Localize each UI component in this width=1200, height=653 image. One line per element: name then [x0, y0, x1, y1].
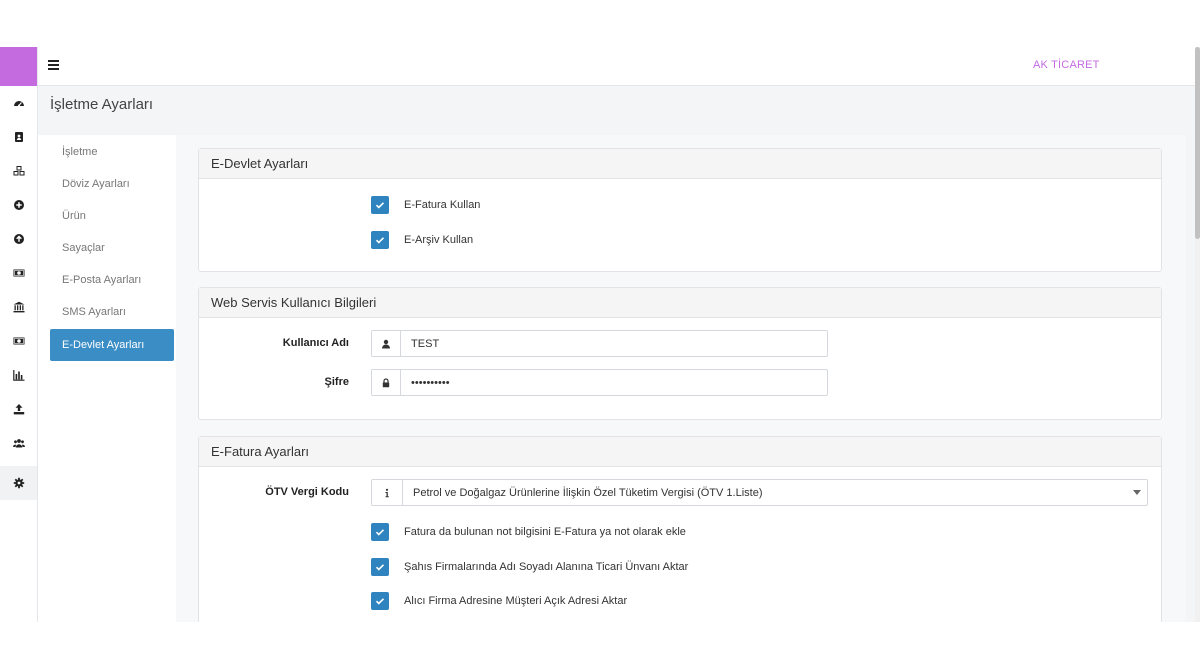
- money-bill-icon: [13, 269, 24, 277]
- efatura-kullan-checkbox-row[interactable]: E-Fatura Kullan: [371, 196, 480, 214]
- settings-nav-item-doviz[interactable]: Döviz Ayarları: [50, 168, 174, 200]
- not-bilgisi-checkbox[interactable]: [371, 523, 389, 541]
- username-input[interactable]: [401, 331, 827, 356]
- cubes-icon: [13, 166, 24, 176]
- alici-adres-label: Alıcı Firma Adresine Müşteri Açık Adresi…: [404, 595, 628, 607]
- page-scrollbar[interactable]: [1195, 47, 1200, 622]
- password-label: Şifre: [324, 376, 349, 388]
- efatura-kullan-label: E-Fatura Kullan: [404, 199, 481, 211]
- username-input-group: [371, 330, 828, 357]
- otv-selected-value: Petrol ve Doğalgaz Ürünlerine İlişkin Öz…: [413, 486, 763, 499]
- alici-adres-checkbox[interactable]: [371, 592, 389, 610]
- alici-adres-checkbox-row[interactable]: Alıcı Firma Adresine Müşteri Açık Adresi…: [371, 592, 627, 610]
- not-bilgisi-label: Fatura da bulunan not bilgisini E-Fatura…: [404, 526, 686, 538]
- settings-nav-item-sayaclar[interactable]: Sayaçlar: [50, 232, 174, 264]
- user-icon: [382, 339, 391, 348]
- earsiv-kullan-checkbox-row[interactable]: E-Arşiv Kullan: [371, 231, 473, 249]
- sidebar-item-upload[interactable]: [0, 392, 37, 426]
- money-bill-icon: [13, 337, 24, 345]
- otv-select-group: Petrol ve Doğalgaz Ürünlerine İlişkin Öz…: [371, 479, 1148, 506]
- edevlet-panel: E-Devlet Ayarları E-Fatura Kullan E-Arşi…: [198, 148, 1162, 272]
- check-icon: [375, 529, 385, 536]
- webservice-panel: Web Servis Kullanıcı Bilgileri Kullanıcı…: [198, 287, 1162, 420]
- efatura-kullan-checkbox[interactable]: [371, 196, 389, 214]
- efatura-panel-title: E-Fatura Ayarları: [199, 437, 1161, 467]
- cog-icon: [13, 477, 24, 489]
- efatura-panel: E-Fatura Ayarları ÖTV Vergi Kodu Petrol …: [198, 436, 1162, 622]
- sahis-firma-checkbox-row[interactable]: Şahıs Firmalarında Adı Soyadı Alanına Ti…: [371, 558, 688, 576]
- settings-nav-item-urun[interactable]: Ürün: [50, 200, 174, 232]
- app-window: AK TİCARET İşletme Ayarları İşletme Dövi…: [0, 47, 1200, 622]
- info-icon: [385, 488, 389, 497]
- sidebar-item-products[interactable]: [0, 154, 37, 188]
- sahis-firma-label: Şahıs Firmalarında Adı Soyadı Alanına Ti…: [404, 561, 689, 573]
- otv-vergi-kodu-select[interactable]: Petrol ve Doğalgaz Ürünlerine İlişkin Öz…: [403, 480, 1147, 505]
- settings-nav-item-edevlet[interactable]: E-Devlet Ayarları: [50, 329, 174, 361]
- chevron-down-icon: [1133, 490, 1141, 495]
- company-name[interactable]: AK TİCARET: [1033, 59, 1100, 71]
- check-icon: [375, 564, 385, 571]
- arrow-up-circle-icon: [13, 234, 24, 244]
- brand-logo-block: [0, 47, 37, 86]
- earsiv-kullan-checkbox[interactable]: [371, 231, 389, 249]
- check-icon: [375, 202, 385, 209]
- settings-nav-item-sms[interactable]: SMS Ayarları: [50, 296, 174, 328]
- sidebar-item-users[interactable]: [0, 426, 37, 460]
- settings-nav-item-isletme[interactable]: İşletme: [50, 136, 174, 168]
- sidebar-item-bank[interactable]: [0, 290, 37, 324]
- otv-info-addon: [372, 480, 403, 505]
- bar-chart-icon: [12, 370, 24, 381]
- password-input[interactable]: [401, 370, 827, 395]
- upload-icon: [13, 404, 24, 415]
- settings-nav-item-eposta[interactable]: E-Posta Ayarları: [50, 264, 174, 296]
- page-title: İşletme Ayarları: [50, 96, 154, 113]
- sidebar-item-settings[interactable]: [0, 466, 37, 500]
- webservice-panel-title: Web Servis Kullanıcı Bilgileri: [199, 288, 1161, 318]
- lock-icon: [382, 377, 390, 387]
- hamburger-menu-icon[interactable]: [48, 60, 59, 72]
- sidebar-item-reports[interactable]: [0, 358, 37, 392]
- top-bar: AK TİCARET: [38, 47, 1200, 86]
- otv-vergi-kodu-label: ÖTV Vergi Kodu: [265, 486, 349, 498]
- sidebar-item-dashboard[interactable]: [0, 86, 37, 120]
- sidebar: [0, 47, 38, 622]
- sahis-firma-checkbox[interactable]: [371, 558, 389, 576]
- sidebar-item-outgoing[interactable]: [0, 222, 37, 256]
- dashboard-icon: [13, 101, 24, 107]
- sidebar-item-add[interactable]: [0, 188, 37, 222]
- scrollbar-thumb[interactable]: [1195, 47, 1200, 239]
- users-icon: [12, 439, 25, 448]
- bank-icon: [13, 301, 24, 313]
- sidebar-item-cash[interactable]: [0, 256, 37, 290]
- earsiv-kullan-label: E-Arşiv Kullan: [404, 234, 474, 246]
- check-icon: [375, 237, 385, 244]
- password-input-group: [371, 369, 828, 396]
- check-icon: [375, 598, 385, 605]
- username-addon: [372, 331, 402, 356]
- password-addon: [372, 370, 402, 395]
- settings-content: İşletme Döviz Ayarları Ürün Sayaçlar E-P…: [38, 135, 1186, 622]
- edevlet-panel-title: E-Devlet Ayarları: [199, 149, 1161, 179]
- not-bilgisi-checkbox-row[interactable]: Fatura da bulunan not bilgisini E-Fatura…: [371, 523, 686, 541]
- plus-circle-icon: [13, 200, 24, 210]
- username-label: Kullanıcı Adı: [282, 337, 349, 349]
- address-book-icon: [14, 132, 23, 142]
- panel-area: E-Devlet Ayarları E-Fatura Kullan E-Arşi…: [176, 135, 1186, 622]
- sidebar-item-contacts[interactable]: [0, 120, 37, 154]
- sidebar-item-payments[interactable]: [0, 324, 37, 358]
